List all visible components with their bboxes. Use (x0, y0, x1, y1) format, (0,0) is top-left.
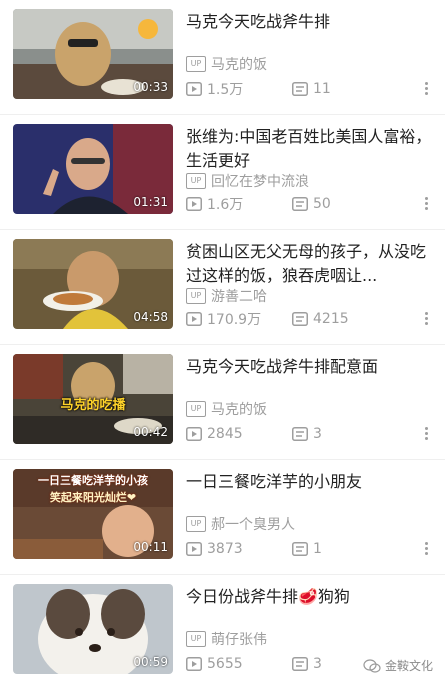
video-thumbnail[interactable]: 04:58 (13, 239, 173, 329)
danmaku-count-icon (292, 542, 308, 556)
danmaku-count: 4215 (313, 311, 349, 327)
more-vertical-icon[interactable] (425, 82, 429, 96)
watermark: 金鞍文化 (363, 657, 433, 674)
uploader-name[interactable]: 回忆在梦中流浪 (211, 171, 309, 191)
danmaku-count-icon (292, 427, 308, 441)
stats-row: 2845 3 (186, 425, 322, 443)
uploader-row[interactable]: UP 游善二哈 (186, 287, 267, 305)
video-duration: 01:31 (133, 195, 168, 209)
danmaku-count: 3 (313, 656, 322, 672)
video-duration: 00:11 (133, 540, 168, 554)
view-count: 1.5万 (207, 82, 244, 98)
uploader-row[interactable]: UP 回忆在梦中流浪 (186, 172, 309, 190)
wechat-logo-icon (363, 658, 381, 673)
play-count-icon (186, 657, 202, 671)
danmaku-count-icon (292, 197, 308, 211)
view-count: 1.6万 (207, 197, 244, 213)
view-count: 3873 (207, 541, 243, 557)
watermark-text: 金鞍文化 (384, 659, 433, 673)
video-duration: 00:42 (133, 425, 168, 439)
stats-row: 3873 1 (186, 540, 322, 558)
video-thumbnail[interactable]: 00:59 (13, 584, 173, 674)
video-duration: 00:33 (133, 80, 168, 94)
stats-row: 5655 3 (186, 655, 322, 673)
danmaku-count: 1 (313, 541, 322, 557)
uploader-name[interactable]: 马克的饭 (211, 399, 267, 419)
up-badge-icon: UP (186, 56, 206, 72)
video-thumbnail[interactable]: 01:31 (13, 124, 173, 214)
up-badge-icon: UP (186, 288, 206, 304)
danmaku-count-icon (292, 657, 308, 671)
uploader-name[interactable]: 萌仔张伟 (211, 629, 267, 649)
video-thumbnail[interactable]: 一日三餐吃洋芋的小孩 笑起来阳光灿烂❤ 00:11 (13, 469, 173, 559)
thumbnail-caption: 马克的吃播 (60, 398, 126, 413)
video-title[interactable]: 贫困山区无父无母的孩子，从没吃过这样的饭，狼吞虎咽让... (186, 240, 434, 288)
video-card[interactable]: 00:33 马克今天吃战斧牛排 UP 马克的饭 1.5万 11 (0, 0, 445, 115)
danmaku-count: 11 (313, 81, 331, 97)
video-duration: 04:58 (133, 310, 168, 324)
video-card[interactable]: 马克的吃播 00:42 马克今天吃战斧牛排配意面 UP 马克的饭 2845 3 (0, 345, 445, 460)
more-vertical-icon[interactable] (425, 312, 429, 326)
video-card[interactable]: 01:31 张维为:中国老百姓比美国人富裕，生活更好 UP 回忆在梦中流浪 1.… (0, 115, 445, 230)
video-card[interactable]: 一日三餐吃洋芋的小孩 笑起来阳光灿烂❤ 00:11 一日三餐吃洋芋的小朋友 UP… (0, 460, 445, 575)
video-title[interactable]: 张维为:中国老百姓比美国人富裕，生活更好 (186, 125, 434, 173)
video-title[interactable]: 今日份战斧牛排🥩狗狗 (186, 585, 434, 609)
uploader-row[interactable]: UP 马克的饭 (186, 400, 267, 418)
danmaku-count: 3 (313, 426, 322, 442)
stats-row: 170.9万 4215 (186, 310, 349, 328)
danmaku-count-icon (292, 312, 308, 326)
up-badge-icon: UP (186, 516, 206, 532)
play-count-icon (186, 197, 202, 211)
view-count: 170.9万 (207, 312, 262, 328)
uploader-name[interactable]: 郝一个臭男人 (211, 514, 295, 534)
play-count-icon (186, 312, 202, 326)
video-duration: 00:59 (133, 655, 168, 669)
more-vertical-icon[interactable] (425, 542, 429, 556)
play-count-icon (186, 542, 202, 556)
uploader-name[interactable]: 马克的饭 (211, 54, 267, 74)
danmaku-count: 50 (313, 196, 331, 212)
more-vertical-icon[interactable] (425, 427, 429, 441)
uploader-row[interactable]: UP 马克的饭 (186, 55, 267, 73)
up-badge-icon: UP (186, 401, 206, 417)
view-count: 2845 (207, 426, 243, 442)
thumbnail-caption-line2: 笑起来阳光灿烂❤ (49, 491, 137, 504)
thumbnail-caption-line1: 一日三餐吃洋芋的小孩 (38, 474, 148, 487)
uploader-row[interactable]: UP 郝一个臭男人 (186, 515, 295, 533)
danmaku-count-icon (292, 82, 308, 96)
up-badge-icon: UP (186, 173, 206, 189)
video-title[interactable]: 一日三餐吃洋芋的小朋友 (186, 470, 434, 494)
video-title[interactable]: 马克今天吃战斧牛排配意面 (186, 355, 434, 379)
view-count: 5655 (207, 656, 243, 672)
play-count-icon (186, 82, 202, 96)
up-badge-icon: UP (186, 631, 206, 647)
video-card[interactable]: 04:58 贫困山区无父无母的孩子，从没吃过这样的饭，狼吞虎咽让... UP 游… (0, 230, 445, 345)
video-thumbnail[interactable]: 马克的吃播 00:42 (13, 354, 173, 444)
video-thumbnail[interactable]: 00:33 (13, 9, 173, 99)
play-count-icon (186, 427, 202, 441)
uploader-row[interactable]: UP 萌仔张伟 (186, 630, 267, 648)
stats-row: 1.6万 50 (186, 195, 331, 213)
uploader-name[interactable]: 游善二哈 (211, 286, 267, 306)
more-vertical-icon[interactable] (425, 197, 429, 211)
stats-row: 1.5万 11 (186, 80, 331, 98)
video-title[interactable]: 马克今天吃战斧牛排 (186, 10, 434, 34)
